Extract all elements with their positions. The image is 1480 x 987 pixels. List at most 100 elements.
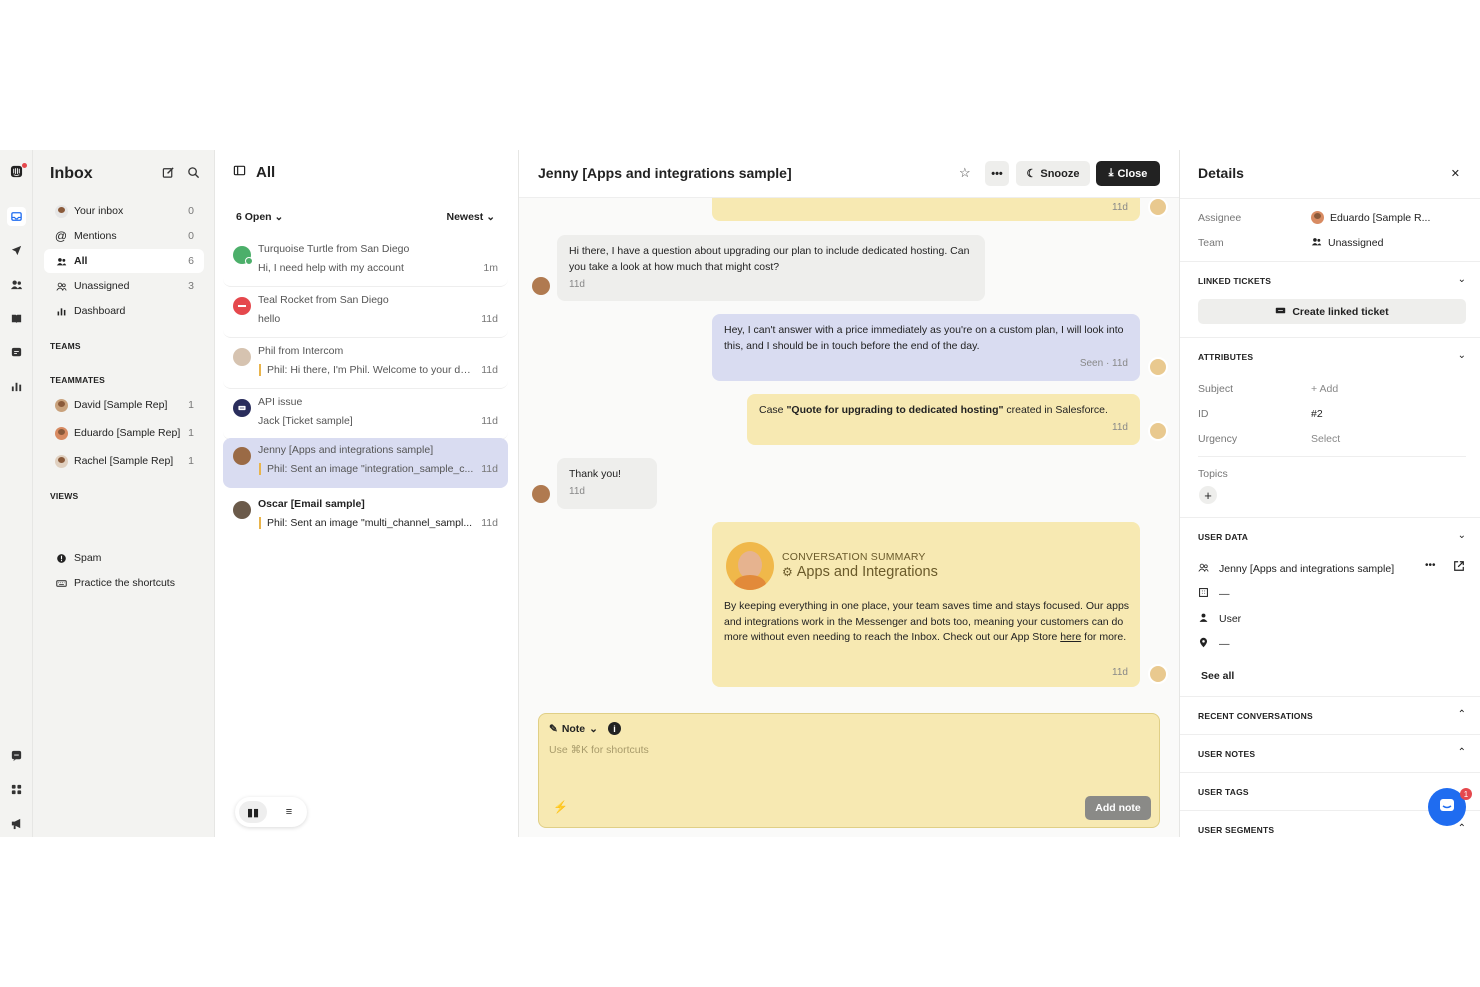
conversation-item-selected[interactable]: Jenny [Apps and integrations sample] Phi… [223, 438, 508, 488]
teammate-david[interactable]: David [Sample Rep] 1 [44, 393, 204, 417]
section-teams[interactable]: TEAMS [50, 341, 81, 351]
ticket-id: #2 [1311, 408, 1323, 420]
apps-grid-icon[interactable] [9, 782, 24, 797]
chat-bubble-icon [1437, 796, 1457, 819]
nav-item-practice-shortcuts[interactable]: Practice the shortcuts [44, 571, 204, 595]
customer-avatar [532, 485, 550, 503]
conversation-item[interactable]: Turquoise Turtle from San Diego Hi, I ne… [223, 237, 508, 287]
inbox-icon[interactable] [7, 207, 26, 226]
section-views[interactable]: VIEWS [50, 491, 78, 501]
list-layout-toggle[interactable]: ▮▮ ≡ [235, 797, 307, 827]
avatar [54, 426, 68, 440]
chevron-down-icon: ⌄ [589, 722, 598, 735]
conversation-item[interactable]: API issue Jack [Ticket sample] 11d [223, 390, 508, 440]
inbox-nav-panel: Inbox Your inbox 0 @ Mentions 0 All 6 Un… [33, 150, 215, 837]
chevron-down-icon: ⌄ [274, 211, 284, 223]
moon-icon: ☾ [1026, 168, 1037, 180]
conversation-item[interactable]: Oscar [Email sample] Phil: Sent an image… [223, 492, 508, 542]
app-store-link[interactable]: here [1060, 631, 1081, 643]
keyboard-icon [54, 578, 68, 589]
more-options-button[interactable]: ••• [985, 161, 1009, 186]
ticket-icon [1275, 305, 1286, 319]
assignee-select[interactable]: Eduardo [Sample R... [1311, 211, 1430, 224]
section-teammates[interactable]: TEAMMATES [50, 375, 105, 385]
nav-item-your-inbox[interactable]: Your inbox 0 [44, 199, 204, 223]
nav-item-mentions[interactable]: @ Mentions 0 [44, 224, 204, 248]
customer-message: Hi there, I have a question about upgrad… [557, 235, 985, 301]
add-topic-button[interactable]: + [1199, 486, 1217, 504]
close-conversation-button[interactable]: ⤓ Close [1096, 161, 1160, 186]
reports-chat-icon[interactable] [9, 345, 24, 360]
knowledge-book-icon[interactable] [9, 311, 24, 326]
snooze-button[interactable]: ☾ Snooze [1016, 161, 1090, 186]
conversation-item[interactable]: Teal Rocket from San Diego hello 11d [223, 288, 508, 338]
customer-avatar [532, 277, 550, 295]
company-building-icon [1198, 587, 1209, 601]
more-options-icon[interactable]: ••• [1425, 560, 1436, 571]
split-view-icon[interactable]: ▮▮ [239, 801, 267, 823]
composer-input[interactable]: Use ⌘K for shortcuts [549, 744, 649, 756]
star-icon[interactable]: ☆ [959, 165, 971, 181]
close-tray-icon: ⤓ [1108, 167, 1114, 179]
teammate-reply: Hey, I can't answer with a price immedia… [712, 314, 1140, 381]
message-bubble-truncated: 11d [712, 195, 1140, 221]
status-filter-dropdown[interactable]: 6 Open ⌄ [236, 211, 283, 223]
teammate-eduardo[interactable]: Eduardo [Sample Rep] 1 [44, 421, 204, 445]
avatar [233, 501, 251, 519]
teammate-avatar [1148, 357, 1168, 377]
user-notes-section[interactable]: USER NOTES ⌃ [1180, 734, 1480, 772]
teammate-rachel[interactable]: Rachel [Sample Rep] 1 [44, 449, 204, 473]
contacts-icon[interactable] [9, 277, 24, 292]
team-select[interactable]: Unassigned [1311, 236, 1383, 250]
app-window: Inbox Your inbox 0 @ Mentions 0 All 6 Un… [0, 150, 1480, 837]
people-icon [1311, 236, 1322, 250]
user-data-section[interactable]: USER DATA ⌄ [1180, 517, 1480, 555]
lightning-icon[interactable]: ⚡ [553, 800, 568, 814]
conversation-item[interactable]: Phil from Intercom Phil: Hi there, I'm P… [223, 339, 508, 389]
sort-dropdown[interactable]: Newest ⌄ [447, 211, 496, 223]
chevron-up-icon: ⌃ [1457, 747, 1466, 758]
conversation-panel: 11d Hi there, I have a question about up… [519, 150, 1180, 837]
avatar [54, 398, 68, 412]
subject-add[interactable]: + Add [1311, 383, 1338, 395]
details-panel: Details ✕ Assignee Eduardo [Sample R... … [1180, 150, 1480, 837]
conversation-list: All 6 Open ⌄ Newest ⌄ Turquoise Turtle f… [215, 150, 519, 837]
topics-label: Topics [1198, 468, 1228, 480]
add-note-button[interactable]: Add note [1085, 796, 1151, 820]
nav-item-spam[interactable]: Spam [44, 546, 204, 570]
teammate-avatar [1148, 664, 1168, 684]
compose-icon[interactable] [162, 166, 175, 182]
customer-message: Thank you! 11d [557, 458, 657, 509]
list-view-icon[interactable]: ≡ [275, 801, 303, 823]
linked-tickets-section[interactable]: LINKED TICKETS ⌄ [1180, 261, 1480, 301]
outbound-icon[interactable] [9, 243, 24, 258]
search-icon[interactable] [187, 166, 200, 182]
chevron-up-icon: ⌃ [1457, 823, 1466, 834]
close-icon[interactable]: ✕ [1451, 167, 1460, 180]
sidebar-toggle-icon[interactable] [233, 164, 246, 181]
open-external-icon[interactable] [1453, 560, 1465, 575]
messages-icon[interactable] [9, 748, 24, 763]
company-value: — [1219, 588, 1230, 600]
team-label: Team [1198, 237, 1224, 249]
online-status-dot [245, 257, 253, 265]
urgency-select[interactable]: Select [1311, 433, 1340, 445]
bar-chart-icon[interactable] [9, 379, 24, 394]
dashboard-bars-icon [54, 306, 68, 317]
see-all-link[interactable]: See all [1201, 670, 1234, 682]
chevron-down-icon: ⌄ [1457, 530, 1466, 541]
chevron-down-icon: ⌄ [486, 211, 495, 223]
recent-conversations-section[interactable]: RECENT CONVERSATIONS ⌃ [1180, 696, 1480, 734]
info-icon[interactable]: i [607, 722, 621, 735]
teammate-avatar [1148, 421, 1168, 441]
details-title: Details [1198, 165, 1244, 181]
announcement-icon[interactable] [9, 816, 24, 831]
nav-item-unassigned[interactable]: Unassigned 3 [44, 274, 204, 298]
create-linked-ticket-button[interactable]: Create linked ticket [1198, 299, 1466, 324]
note-composer[interactable]: ✎ Note ⌄ i Use ⌘K for shortcuts ⚡ Add no… [538, 713, 1160, 828]
avatar [54, 454, 68, 468]
composer-mode-dropdown[interactable]: ✎ Note ⌄ i [549, 722, 621, 735]
attributes-section[interactable]: ATTRIBUTES ⌄ [1180, 337, 1480, 375]
nav-item-dashboard[interactable]: Dashboard [44, 299, 204, 323]
nav-item-all[interactable]: All 6 [44, 249, 204, 273]
